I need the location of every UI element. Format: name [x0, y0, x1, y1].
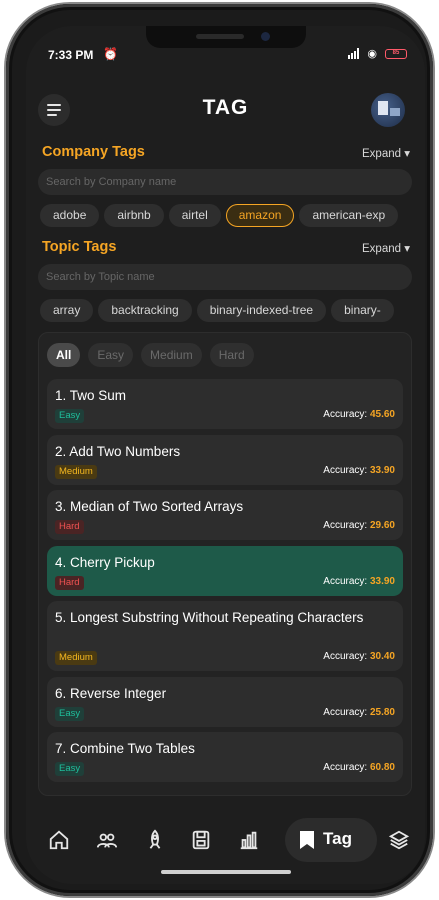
status-bar: 7:33 PM ⏰ ◉ 85 [26, 46, 425, 66]
app-header: TAG [26, 88, 425, 132]
wifi-icon: ◉ [367, 48, 377, 60]
bottom-nav: Tag [36, 818, 416, 862]
accuracy-number: 25.80 [369, 706, 395, 718]
accuracy-number: 30.40 [369, 651, 395, 662]
question-card[interactable]: 5. Longest Substring Without Repeating C… [47, 601, 403, 671]
topic-search-input[interactable]: Search by Topic name [38, 264, 412, 290]
company-chip-list: adobe airbnb airtel amazon american-exp [40, 204, 425, 228]
accuracy-value: Accuracy: 25.80 [323, 707, 395, 718]
difficulty-badge: Easy [55, 409, 85, 423]
company-chip[interactable]: amazon [225, 204, 295, 227]
difficulty-badge: Medium [55, 651, 97, 665]
accuracy-label: Accuracy: [323, 651, 368, 662]
page-title: TAG [202, 96, 249, 119]
front-camera [260, 32, 270, 41]
filter-all[interactable]: All [47, 343, 81, 367]
app-screen: 7:33 PM ⏰ ◉ 85 TAG Company Tags Expand ▾… [26, 26, 425, 884]
question-title: 6. Reverse Integer [55, 685, 167, 701]
question-title: 1. Two Sum [55, 388, 127, 403]
tag-nav-label: Tag [323, 829, 352, 848]
accuracy-number: 45.60 [369, 409, 395, 420]
accuracy-value: Accuracy: 33.90 [323, 465, 395, 476]
tag-icon [300, 831, 314, 849]
accuracy-label: Accuracy: [323, 575, 368, 587]
topic-chip[interactable]: binary-indexed-tree [196, 299, 327, 322]
question-card[interactable]: 2. Add Two Numbers Medium Accuracy: 33.90 [47, 434, 403, 485]
filter-easy[interactable]: Easy [88, 343, 134, 367]
home-indicator [160, 870, 291, 874]
company-tags-header: Company Tags Expand ▾ [42, 144, 410, 164]
tag-nav-button[interactable]: Tag [285, 818, 377, 862]
accuracy-value: Accuracy: 60.80 [323, 762, 395, 773]
speaker [195, 34, 244, 39]
difficulty-badge: Easy [55, 706, 85, 721]
topic-tags-title: Topic Tags [42, 239, 117, 255]
accuracy-value: Accuracy: 29.60 [323, 520, 395, 531]
topic-chip-list: array backtracking binary-indexed-tree bina… [40, 299, 425, 323]
notch [145, 26, 306, 48]
question-card[interactable]: 3. Median of Two Sorted Arrays Hard Accura… [47, 490, 403, 540]
save-icon[interactable] [186, 825, 216, 855]
accuracy-label: Accuracy: [323, 520, 368, 531]
topic-chip[interactable]: backtracking [98, 299, 192, 322]
rocket-icon[interactable] [140, 825, 170, 855]
avatar[interactable] [371, 93, 405, 127]
accuracy-value: Accuracy: 45.60 [323, 409, 395, 420]
company-chip[interactable]: adobe [40, 204, 100, 227]
status-time: 7:33 PM [48, 48, 94, 62]
layers-icon[interactable] [384, 825, 414, 855]
filter-hard[interactable]: Hard [209, 343, 254, 367]
alarm-icon: ⏰ [103, 47, 118, 61]
question-card[interactable]: 4. Cherry Pickup Hard Accuracy: 33.90 [47, 545, 403, 596]
accuracy-number: 29.60 [369, 520, 395, 531]
question-title: 3. Median of Two Sorted Arrays [55, 499, 244, 514]
topic-expand-button[interactable]: Expand ▾ [362, 241, 410, 255]
company-expand-button[interactable]: Expand ▾ [362, 146, 410, 160]
questions-panel: All Easy Medium Hard 1. Two Sum Easy Accuracy… [38, 332, 412, 796]
accuracy-label: Accuracy: [323, 464, 368, 476]
company-chip[interactable]: airtel [168, 204, 221, 227]
accuracy-number: 33.90 [369, 575, 395, 587]
company-tags-title: Company Tags [42, 144, 145, 160]
accuracy-value: Accuracy: 30.40 [323, 651, 395, 662]
question-card[interactable]: 7. Combine Two Tables Easy Accuracy: 60.80 [47, 732, 403, 782]
question-card[interactable]: 6. Reverse Integer Easy Accuracy: 25.80 [47, 676, 403, 727]
question-title: 5. Longest Substring Without Repeating C… [55, 610, 364, 625]
chart-icon[interactable] [234, 825, 264, 855]
home-icon[interactable] [44, 825, 74, 855]
filter-medium[interactable]: Medium [141, 343, 202, 367]
users-icon[interactable] [92, 825, 122, 855]
difficulty-badge: Easy [55, 762, 85, 776]
question-card[interactable]: 1. Two Sum Easy Accuracy: 45.60 [47, 379, 403, 429]
accuracy-number: 33.90 [369, 464, 395, 476]
accuracy-label: Accuracy: [323, 762, 368, 773]
company-chip[interactable]: american-exp [299, 204, 399, 227]
accuracy-value: Accuracy: 33.90 [323, 576, 395, 587]
phone-frame: 7:33 PM ⏰ ◉ 85 TAG Company Tags Expand ▾… [6, 4, 433, 896]
question-title: 7. Combine Two Tables [55, 741, 195, 756]
difficulty-filter: All Easy Medium Hard [47, 343, 254, 367]
topic-chip[interactable]: binary- [331, 299, 394, 322]
topic-tags-header: Topic Tags Expand ▾ [42, 239, 410, 259]
difficulty-badge: Hard [55, 575, 84, 590]
question-title: 4. Cherry Pickup [55, 554, 155, 570]
accuracy-label: Accuracy: [323, 706, 368, 718]
question-title: 2. Add Two Numbers [55, 443, 181, 459]
battery-icon: 85 [385, 49, 407, 59]
company-search-input[interactable]: Search by Company name [38, 169, 412, 195]
accuracy-label: Accuracy: [323, 409, 368, 420]
accuracy-number: 60.80 [369, 762, 395, 773]
company-chip[interactable]: airbnb [104, 204, 164, 227]
topic-chip[interactable]: array [40, 299, 94, 322]
difficulty-badge: Hard [55, 520, 84, 534]
signal-icon [348, 48, 359, 59]
difficulty-badge: Medium [55, 464, 97, 479]
